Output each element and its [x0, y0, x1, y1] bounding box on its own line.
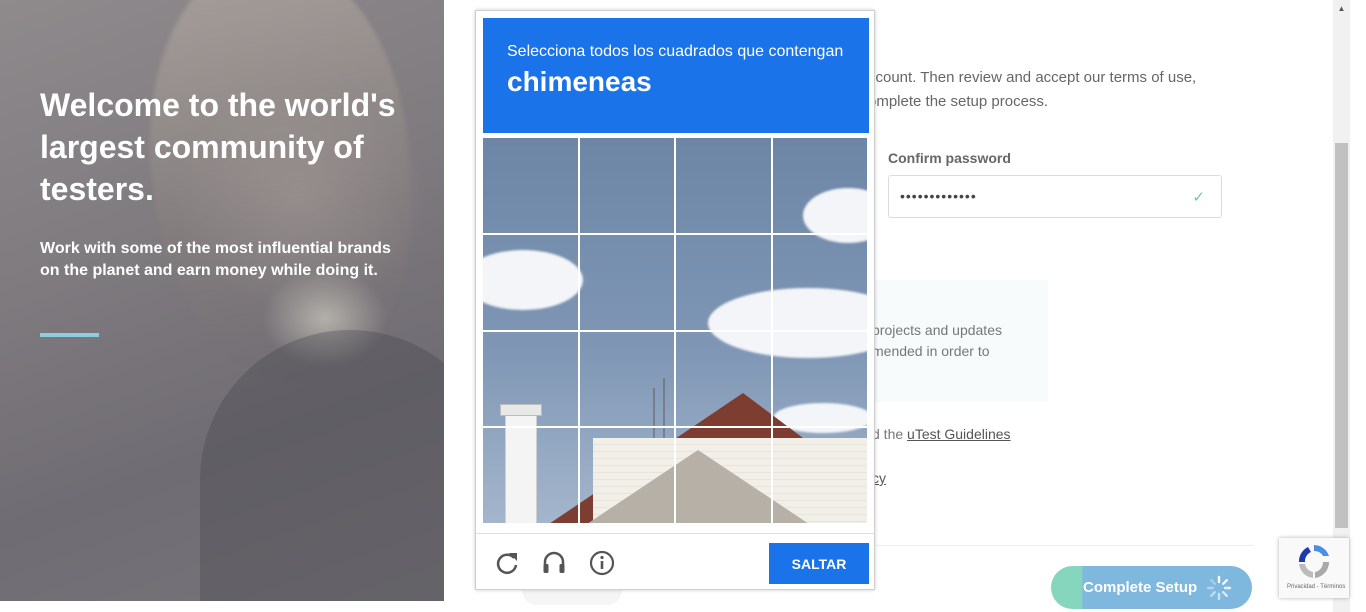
- utest-guidelines-link[interactable]: uTest Guidelines: [907, 426, 1011, 442]
- intro-line-2: omplete the setup process.: [868, 93, 1049, 110]
- recaptcha-logo-icon: [1298, 545, 1330, 578]
- guidelines-prefix: d the: [872, 426, 908, 442]
- complete-setup-label: Complete Setup: [1083, 579, 1198, 596]
- intro-line-1: ccount. Then review and accept our terms…: [868, 69, 1197, 86]
- captcha-footer: SALTAR: [476, 533, 876, 590]
- captcha-tile[interactable]: [771, 427, 869, 525]
- hero-image-figure: [200, 330, 444, 601]
- scroll-up-arrow-icon[interactable]: ▲: [1333, 0, 1350, 17]
- captcha-tile[interactable]: [771, 330, 869, 429]
- info-text: projects and updates mended in order to: [872, 320, 1042, 362]
- hero-subtitle: Work with some of the most influential b…: [40, 240, 391, 279]
- check-icon: ✓: [1192, 189, 1205, 206]
- captcha-header: Selecciona todos los cuadrados que conte…: [483, 18, 869, 133]
- recaptcha-badge-links[interactable]: Privacidad - Términos: [1287, 584, 1345, 590]
- captcha-instruction: Selecciona todos los cuadrados que conte…: [507, 43, 844, 60]
- accent-bar: [40, 333, 99, 337]
- captcha-tile[interactable]: [578, 427, 676, 525]
- captcha-target: chimeneas: [507, 66, 652, 97]
- hero-panel: Welcome to the world's largest community…: [0, 0, 444, 601]
- audio-icon[interactable]: [541, 550, 567, 576]
- recaptcha-badge[interactable]: Privacidad - Términos: [1279, 538, 1349, 598]
- complete-setup-button[interactable]: Complete Setup: [1051, 566, 1252, 609]
- captcha-tile[interactable]: [578, 138, 676, 235]
- confirm-password-field[interactable]: ••••••••••••• ✓: [888, 175, 1222, 218]
- captcha-tile[interactable]: [675, 233, 773, 332]
- captcha-tile[interactable]: [675, 330, 773, 429]
- captcha-tile[interactable]: [675, 138, 773, 235]
- captcha-tile[interactable]: [483, 138, 580, 235]
- info-icon[interactable]: [589, 550, 615, 576]
- skip-button[interactable]: SALTAR: [769, 543, 869, 584]
- captcha-tile[interactable]: [483, 330, 580, 429]
- guidelines-text: d the uTest Guidelines: [872, 426, 1011, 442]
- captcha-tile[interactable]: [578, 330, 676, 429]
- captcha-image-grid: [483, 138, 869, 525]
- confirm-password-value: •••••••••••••: [900, 188, 977, 204]
- captcha-tile[interactable]: [483, 427, 580, 525]
- recaptcha-challenge: Selecciona todos los cuadrados que conte…: [475, 10, 876, 590]
- loading-spinner-icon: [1206, 575, 1232, 601]
- scrollbar-thumb[interactable]: [1335, 143, 1348, 528]
- captcha-tile[interactable]: [675, 427, 773, 525]
- reload-icon[interactable]: [494, 550, 520, 576]
- captcha-tile[interactable]: [483, 233, 580, 332]
- intro-text: ccount. Then review and accept our terms…: [868, 66, 1258, 114]
- confirm-password-label: Confirm password: [888, 150, 1011, 166]
- info-line-2: mended in order to: [872, 343, 990, 359]
- captcha-tile[interactable]: [578, 233, 676, 332]
- info-line-1: projects and updates: [872, 322, 1002, 338]
- captcha-tile[interactable]: [771, 233, 869, 332]
- captcha-tile[interactable]: [771, 138, 869, 235]
- hero-title: Welcome to the world's largest community…: [40, 87, 396, 207]
